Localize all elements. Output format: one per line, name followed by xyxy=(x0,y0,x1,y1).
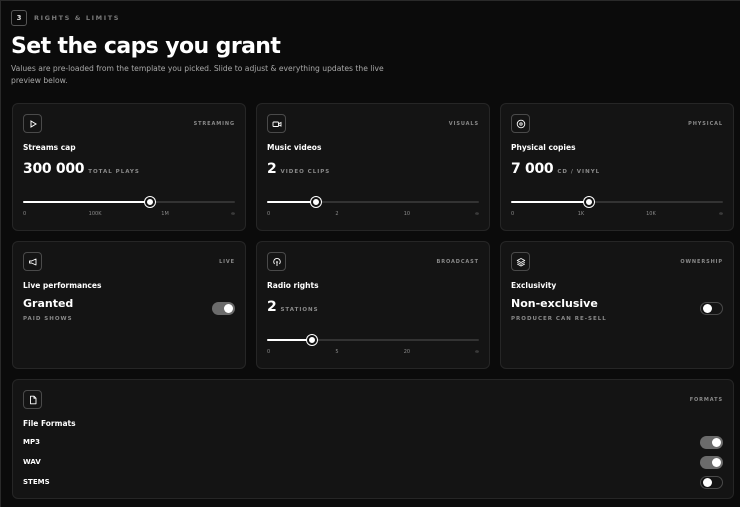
card-title: Live performances xyxy=(23,281,102,290)
radio-rights-slider[interactable] xyxy=(267,335,479,345)
toggle-knob xyxy=(712,458,721,467)
slider-fill xyxy=(267,201,316,203)
megaphone-icon xyxy=(23,252,42,271)
slider-thumb[interactable] xyxy=(145,197,156,207)
file-formats-card: FORMATS File Formats MP3 WAV STEMS xyxy=(12,379,734,499)
layers-icon xyxy=(511,252,530,271)
slider-thumb[interactable] xyxy=(310,197,321,207)
wav-toggle[interactable] xyxy=(700,456,723,469)
card-title: Exclusivity xyxy=(511,281,557,290)
step-label: RIGHTS & LIMITS xyxy=(34,14,121,22)
tick-label: 0 xyxy=(267,211,271,217)
disc-icon xyxy=(511,114,530,133)
card-tag: STREAMING xyxy=(193,121,235,127)
step-number-badge: 3 xyxy=(11,10,27,26)
value-number: 300 000 xyxy=(23,161,85,177)
format-label: STEMS xyxy=(23,478,50,486)
value-unit: CD / VINYL xyxy=(557,169,601,175)
status-value: Non-exclusive xyxy=(511,297,598,310)
format-label: MP3 xyxy=(23,438,40,446)
streams-slider[interactable] xyxy=(23,197,235,207)
tick-label: 10 xyxy=(403,211,411,217)
mp3-toggle[interactable] xyxy=(700,436,723,449)
toggle-knob xyxy=(703,304,712,313)
status-subtext: PAID SHOWS xyxy=(23,316,73,322)
tick-label: ∞ xyxy=(474,211,479,217)
tick-label: 0 xyxy=(511,211,515,217)
slider-ticks: 0 100K 1M ∞ xyxy=(23,211,235,219)
tick-label: 1K xyxy=(577,211,585,217)
card-tag: VISUALS xyxy=(448,121,479,127)
page-subtitle: Values are pre-loaded from the template … xyxy=(11,64,384,85)
status-subtext: PRODUCER CAN RE-SELL xyxy=(511,316,607,322)
slider-thumb[interactable] xyxy=(584,197,595,207)
toggle-knob xyxy=(703,478,712,487)
card-tag: PHYSICAL xyxy=(688,121,723,127)
exclusivity-toggle[interactable] xyxy=(700,302,723,315)
slider-fill xyxy=(23,201,151,203)
card-tag: FORMATS xyxy=(689,397,723,403)
step-indicator: 3 RIGHTS & LIMITS xyxy=(11,10,120,26)
physical-copies-slider[interactable] xyxy=(511,197,723,207)
tick-label: 5 xyxy=(335,349,339,355)
card-title: Radio rights xyxy=(267,281,319,290)
ownership-card: OWNERSHIP Exclusivity Non-exclusive PROD… xyxy=(500,241,734,369)
slider-thumb[interactable] xyxy=(306,335,317,345)
format-row-mp3: MP3 xyxy=(23,436,723,450)
live-performances-toggle[interactable] xyxy=(212,302,235,315)
slider-fill xyxy=(511,201,590,203)
file-icon xyxy=(23,390,42,409)
value-unit: VIDEO CLIPS xyxy=(280,169,331,175)
value-unit: STATIONS xyxy=(280,307,319,313)
value-unit: TOTAL PLAYS xyxy=(88,169,140,175)
play-icon xyxy=(23,114,42,133)
format-label: WAV xyxy=(23,458,41,466)
tick-label: 10K xyxy=(646,211,656,217)
tick-label: 0 xyxy=(267,349,271,355)
slider-ticks: 0 1K 10K ∞ xyxy=(511,211,723,219)
status-value: Granted xyxy=(23,297,74,310)
live-card: LIVE Live performances Granted PAID SHOW… xyxy=(12,241,246,369)
format-row-stems: STEMS xyxy=(23,476,723,490)
toggle-knob xyxy=(224,304,233,313)
stems-toggle[interactable] xyxy=(700,476,723,489)
tick-label: 1M xyxy=(161,211,169,217)
card-value: 300 000 TOTAL PLAYS xyxy=(23,161,140,177)
format-row-wav: WAV xyxy=(23,456,723,470)
music-videos-slider[interactable] xyxy=(267,197,479,207)
slider-ticks: 0 5 20 ∞ xyxy=(267,349,479,357)
physical-card: PHYSICAL Physical copies 7 000 CD / VINY… xyxy=(500,103,734,231)
antenna-icon xyxy=(267,252,286,271)
card-title: Physical copies xyxy=(511,143,576,152)
streaming-card: STREAMING Streams cap 300 000 TOTAL PLAY… xyxy=(12,103,246,231)
card-value: 7 000 CD / VINYL xyxy=(511,161,600,177)
slider-ticks: 0 2 10 ∞ xyxy=(267,211,479,219)
card-tag: BROADCAST xyxy=(436,259,479,265)
video-camera-icon xyxy=(267,114,286,133)
tick-label: 20 xyxy=(403,349,411,355)
tick-label: ∞ xyxy=(718,211,723,217)
tick-label: ∞ xyxy=(230,211,235,217)
card-title: Music videos xyxy=(267,143,322,152)
value-number: 7 000 xyxy=(511,161,554,177)
card-title: File Formats xyxy=(23,419,76,428)
broadcast-card: BROADCAST Radio rights 2 STATIONS 0 5 20… xyxy=(256,241,490,369)
card-value: 2 STATIONS xyxy=(267,299,319,315)
page-title: Set the caps you grant xyxy=(11,34,281,59)
card-tag: OWNERSHIP xyxy=(680,259,723,265)
tick-label: 2 xyxy=(335,211,339,217)
value-number: 2 xyxy=(267,299,277,315)
tick-label: ∞ xyxy=(474,349,479,355)
tick-label: 0 xyxy=(23,211,27,217)
value-number: 2 xyxy=(267,161,277,177)
visuals-card: VISUALS Music videos 2 VIDEO CLIPS 0 2 1… xyxy=(256,103,490,231)
tick-label: 100K xyxy=(88,211,102,217)
slider-fill xyxy=(267,339,312,341)
toggle-knob xyxy=(712,438,721,447)
card-title: Streams cap xyxy=(23,143,76,152)
card-value: 2 VIDEO CLIPS xyxy=(267,161,330,177)
card-tag: LIVE xyxy=(219,259,235,265)
